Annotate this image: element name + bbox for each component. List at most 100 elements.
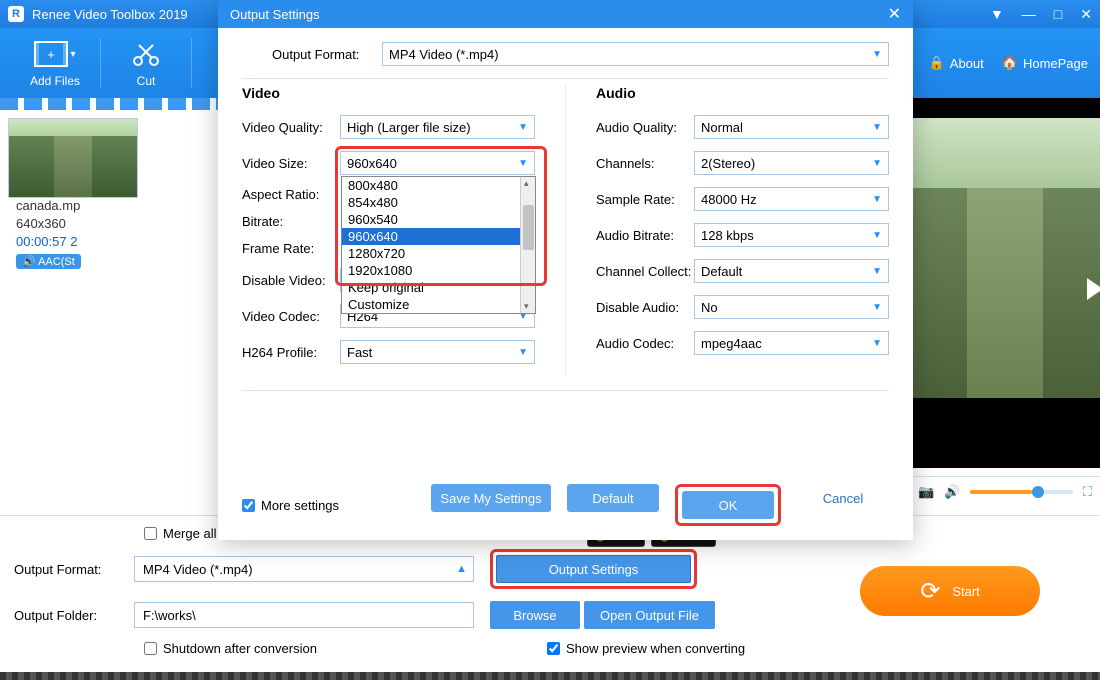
audio-column: Audio Audio Quality:Normal▼ Channels:2(S… [596,85,889,376]
output-settings-modal: Output Settings ✕ Output Format: MP4 Vid… [218,0,913,540]
chevron-down-icon: ▼ [518,158,528,169]
vq-label: Video Quality: [242,120,340,135]
reload-icon: ⟳ [920,577,940,606]
about-button[interactable]: 🔒 About [929,55,984,71]
toolbar-separator [191,38,192,88]
file-resolution: 640x360 [16,216,81,231]
size-option[interactable]: 854x480 [342,194,535,211]
home-icon: 🏠 [1002,55,1018,71]
merge-checkbox[interactable] [144,527,157,540]
snapshot-icon[interactable]: 📷 [918,484,934,500]
browse-button[interactable]: Browse [490,601,580,629]
preview-controls: 📷 🔊 ⛶ [910,476,1100,506]
video-size-select[interactable]: 960x640▼ 800x480 854x480 960x540 960x640… [340,151,535,175]
video-quality-select[interactable]: High (Larger file size)▼ [340,115,535,139]
save-settings-button[interactable]: Save My Settings [431,484,551,512]
chevron-down-icon: ▼ [872,302,882,313]
add-files-button[interactable]: + ▾ Add Files [10,38,100,88]
svg-text:+: + [48,47,56,62]
audio-badge: 🔊 AAC(St [16,254,81,269]
lock-icon: 🔒 [929,55,945,71]
audio-bitrate-select[interactable]: 128 kbps▼ [694,223,889,247]
open-output-button[interactable]: Open Output File [584,601,715,629]
vs-label: Video Size: [242,156,340,171]
audio-quality-select[interactable]: Normal▼ [694,115,889,139]
output-folder-label: Output Folder: [14,608,134,623]
cancel-button[interactable]: Cancel [797,484,889,512]
shutdown-label: Shutdown after conversion [163,641,317,656]
bottom-decor [0,672,1100,680]
titlebar-maximize-icon[interactable]: □ [1054,6,1062,22]
output-format-select[interactable]: MP4 Video (*.mp4) ▲ [134,556,474,582]
default-button[interactable]: Default [567,484,659,512]
output-settings-highlight: Output Settings [490,549,697,589]
video-header: Video [242,85,535,101]
file-list: canada.mp 640x360 00:00:57 2 🔊 AAC(St [8,118,208,272]
preview-image [910,118,1100,398]
modal-title: Output Settings [230,7,320,22]
modal-close-icon[interactable]: ✕ [888,4,901,24]
output-folder-value: F:\works\ [143,608,196,623]
start-label: Start [952,584,979,599]
titlebar-dropdown-icon[interactable]: ▼ [990,6,1004,22]
file-thumbnail[interactable] [8,118,138,198]
cut-button[interactable]: Cut [101,38,191,88]
output-settings-button[interactable]: Output Settings [496,555,691,583]
video-size-dropdown: 800x480 854x480 960x540 960x640 1280x720… [341,176,536,314]
disable-audio-select[interactable]: No▼ [694,295,889,319]
titlebar-close-icon[interactable]: ✕ [1080,6,1092,23]
output-folder-input[interactable]: F:\works\ [134,602,474,628]
channels-select[interactable]: 2(Stereo)▼ [694,151,889,175]
preview-checkbox[interactable] [547,642,560,655]
size-option[interactable]: 1920x1080 [342,262,535,279]
aq-label: Audio Quality: [596,120,694,135]
start-button[interactable]: ⟳ Start [860,566,1040,616]
dropdown-scrollbar[interactable]: ▴▾ [520,177,535,313]
fullscreen-icon[interactable]: ⛶ [1083,484,1092,500]
volume-slider[interactable] [970,490,1073,494]
file-duration: 00:00:57 2 [16,234,81,249]
chevron-down-icon: ▼ [872,158,882,169]
vc-label: Video Codec: [242,309,340,324]
ac-label: Audio Codec: [596,336,694,351]
shutdown-checkbox[interactable] [144,642,157,655]
chevron-up-icon: ▲ [456,563,467,575]
column-separator [565,85,566,376]
scissors-icon [131,38,161,70]
output-format-label: Output Format: [14,562,134,577]
about-label: About [950,56,984,71]
dv-label: Disable Video: [242,273,340,288]
titlebar-minimize-icon[interactable]: — [1022,6,1036,22]
size-option[interactable]: 800x480 [342,177,535,194]
file-info: canada.mp 640x360 00:00:57 2 🔊 AAC(St [16,198,81,272]
size-option[interactable]: 1280x720 [342,245,535,262]
chevron-down-icon: ▼ [872,338,882,349]
ab-label: Audio Bitrate: [596,228,694,243]
size-option[interactable]: Customize [342,296,535,313]
modal-output-format-value: MP4 Video (*.mp4) [389,47,499,62]
chevron-down-icon: ▼ [518,122,528,133]
film-add-icon: + ▾ [34,38,75,70]
homepage-label: HomePage [1023,56,1088,71]
homepage-button[interactable]: 🏠 HomePage [1002,55,1088,71]
size-option-selected[interactable]: 960x640 [342,228,535,245]
volume-icon[interactable]: 🔊 [944,484,960,500]
size-option[interactable]: Keep original [342,279,535,296]
audio-codec-select[interactable]: mpeg4aac▼ [694,331,889,355]
chevron-down-icon: ▼ [518,347,528,358]
sr-label: Sample Rate: [596,192,694,207]
cut-label: Cut [137,74,156,88]
channel-collect-select[interactable]: Default▼ [694,259,889,283]
modal-output-format-select[interactable]: MP4 Video (*.mp4) ▼ [382,42,889,66]
h264-profile-select[interactable]: Fast▼ [340,340,535,364]
modal-divider [242,78,889,79]
ok-button[interactable]: OK [682,491,774,519]
preview-panel [910,98,1100,468]
sample-rate-select[interactable]: 48000 Hz▼ [694,187,889,211]
hp-label: H264 Profile: [242,345,340,360]
size-option[interactable]: 960x540 [342,211,535,228]
app-logo-icon: R [8,6,24,22]
more-settings-checkbox[interactable] [242,499,255,512]
play-icon[interactable] [1087,278,1100,300]
preview-label: Show preview when converting [566,641,745,656]
